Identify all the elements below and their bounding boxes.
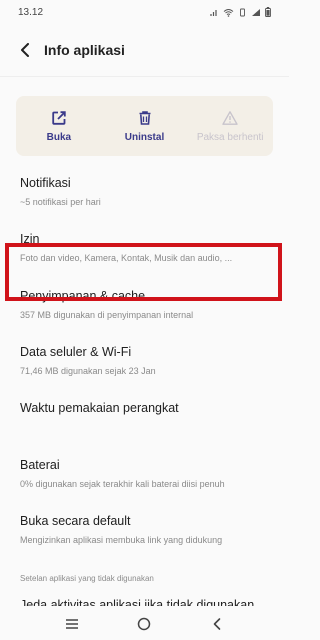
status-time: 13.12: [18, 6, 44, 18]
status-bar: 13.12: [0, 0, 289, 24]
open-button[interactable]: Buka: [16, 96, 102, 156]
trash-icon: [139, 110, 150, 125]
home-circle-icon: [138, 617, 151, 631]
open-external-icon: [52, 110, 66, 125]
status-icons: [210, 7, 271, 17]
item-title: Buka secara default: [20, 514, 131, 528]
action-card: Buka Uninstal Paksa berhenti: [16, 96, 273, 156]
section-header-unused-apps: Setelan aplikasi yang tidak digunakan: [20, 574, 154, 583]
uninstall-button-label: Uninstal: [124, 131, 165, 143]
back-button[interactable]: [16, 41, 34, 59]
item-title: Notifikasi: [20, 176, 71, 190]
item-subtitle: 357 MB digunakan di penyimpanan internal: [20, 310, 194, 320]
system-nav-bar: [0, 608, 289, 640]
settings-item-pause-app-activity[interactable]: Jeda aktivitas aplikasi jika tidak digun…: [20, 598, 254, 606]
item-subtitle: 0% digunakan sejak terakhir kali baterai…: [20, 479, 225, 489]
chevron-left-icon: [213, 618, 221, 630]
open-button-label: Buka: [46, 131, 72, 143]
item-title: Baterai: [20, 458, 60, 472]
force-stop-button-label: Paksa berhenti: [196, 131, 264, 143]
back-arrow-icon: [21, 43, 29, 57]
battery-icon: [265, 7, 271, 17]
item-subtitle: ~5 notifikasi per hari: [20, 197, 101, 207]
item-subtitle: Mengizinkan aplikasi membuka link yang d…: [20, 535, 223, 545]
item-subtitle: 71,46 MB digunakan sejak 23 Jan: [20, 366, 156, 376]
item-title: Data seluler & Wi-Fi: [20, 345, 132, 359]
cellular-icon: [252, 8, 260, 16]
wifi-icon: [223, 8, 234, 17]
warning-icon: [222, 110, 238, 125]
back-nav-button[interactable]: [205, 612, 229, 636]
uninstall-button[interactable]: Uninstal: [102, 96, 188, 156]
settings-item-battery[interactable]: Baterai 0% digunakan sejak terakhir kali…: [20, 457, 272, 490]
settings-item-mobile-data[interactable]: Data seluler & Wi-Fi 71,46 MB digunakan …: [20, 344, 272, 377]
force-stop-button[interactable]: Paksa berhenti: [187, 96, 273, 156]
settings-item-screen-time[interactable]: Waktu pemakaian perangkat: [20, 400, 272, 416]
home-button[interactable]: [132, 612, 156, 636]
recent-apps-button[interactable]: [60, 612, 84, 636]
highlight-box: [5, 243, 282, 301]
vibrate-icon: [240, 8, 245, 16]
header-divider: [0, 76, 289, 77]
app-bar: Info aplikasi: [0, 32, 289, 68]
menu-icon: [66, 619, 79, 629]
page-title: Info aplikasi: [44, 42, 125, 58]
signal-icon: [210, 9, 217, 16]
settings-item-open-by-default[interactable]: Buka secara default Mengizinkan aplikasi…: [20, 513, 272, 546]
item-title: Waktu pemakaian perangkat: [20, 401, 179, 415]
settings-item-notifications[interactable]: Notifikasi ~5 notifikasi per hari: [20, 175, 272, 208]
